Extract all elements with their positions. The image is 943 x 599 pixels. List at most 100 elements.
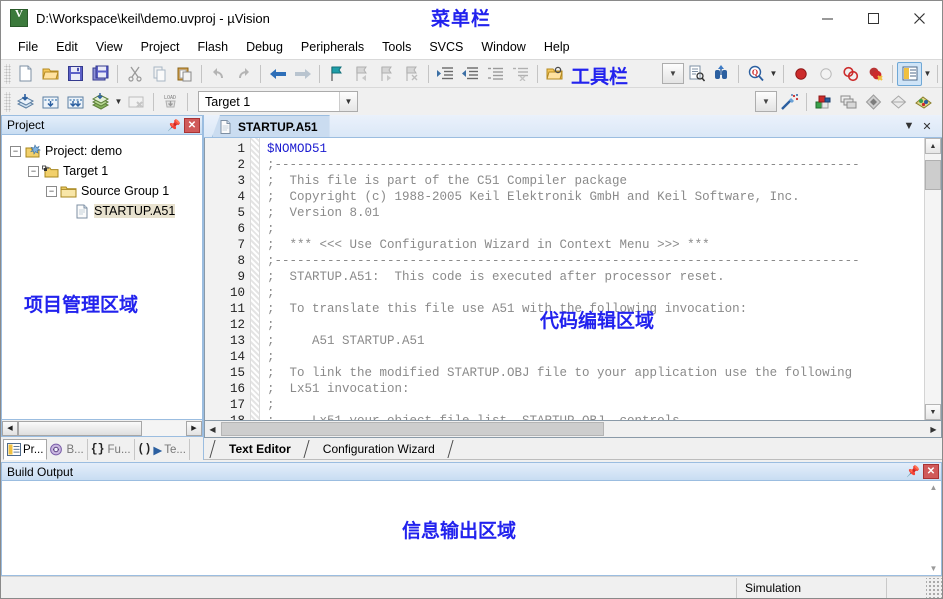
cut-icon[interactable]	[122, 62, 147, 86]
indent-increase-icon[interactable]	[433, 62, 458, 86]
code-vscroll-track[interactable]	[925, 154, 941, 404]
kill-all-breakpoints-icon[interactable]	[863, 62, 888, 86]
menu-item-tools[interactable]: Tools	[373, 37, 420, 57]
project-hscroll-track[interactable]	[18, 420, 186, 436]
document-tab-startup-a51[interactable]: STARTUP.A51	[212, 115, 330, 137]
pane-tab-functions[interactable]: {} Fu...	[88, 439, 135, 460]
menu-item-peripherals[interactable]: Peripherals	[292, 37, 373, 57]
project-hscroll-thumb[interactable]	[18, 420, 143, 436]
tab-configuration-wizard[interactable]: Configuration Wizard	[312, 439, 446, 459]
close-button[interactable]	[896, 1, 942, 35]
undo-icon[interactable]	[206, 62, 231, 86]
save-icon[interactable]	[63, 62, 88, 86]
rebuild-all-icon[interactable]	[63, 90, 88, 114]
tree-node-target[interactable]: − Target 1	[6, 161, 202, 181]
tree-node-file[interactable]: STARTUP.A51	[6, 201, 202, 221]
minimize-button[interactable]	[804, 1, 850, 35]
pane-tab-templates[interactable]: () ▶ Te...	[135, 439, 190, 460]
project-window-toggle-icon[interactable]	[897, 61, 922, 86]
disable-all-breakpoints-icon[interactable]	[838, 62, 863, 86]
select-target-combo-icon[interactable]: ▼	[755, 91, 777, 112]
close-icon[interactable]: ✕	[923, 464, 939, 479]
scroll-down-icon[interactable]: ▼	[930, 564, 938, 573]
combo-dropdown-icon[interactable]: ▼	[662, 63, 684, 84]
insert-breakpoint-icon[interactable]	[788, 62, 813, 86]
bookmark-prev-icon[interactable]	[349, 62, 374, 86]
menu-item-debug[interactable]: Debug	[237, 37, 292, 57]
uncomment-lines-icon[interactable]	[508, 62, 533, 86]
download-load-icon[interactable]: LOAD	[158, 90, 183, 114]
code-vscroll-thumb[interactable]	[925, 160, 941, 190]
menu-item-help[interactable]: Help	[535, 37, 579, 57]
binoculars-find-icon[interactable]	[709, 62, 734, 86]
pane-tab-project[interactable]: Pr...	[3, 439, 48, 460]
translate-file-icon[interactable]	[13, 90, 38, 114]
stop-build-icon[interactable]	[124, 90, 149, 114]
code-hscrollbar[interactable]: ◀ ▶	[204, 421, 942, 438]
scroll-left-icon[interactable]: ◀	[2, 420, 18, 436]
target-options-magic-icon[interactable]	[777, 90, 802, 114]
magnifier-search-icon[interactable]: Q	[743, 62, 768, 86]
build-output-text[interactable]: 信息输出区域	[2, 481, 926, 575]
code-vscrollbar[interactable]: ▲ ▼	[924, 138, 941, 420]
scroll-left-icon[interactable]: ◀	[205, 425, 220, 434]
open-file-browse-icon[interactable]	[542, 62, 567, 86]
menu-item-flash[interactable]: Flash	[188, 37, 237, 57]
bookmark-next-icon[interactable]	[374, 62, 399, 86]
manage-components-icon[interactable]	[811, 90, 836, 114]
menu-item-svcs[interactable]: SVCS	[420, 37, 472, 57]
build-target-icon[interactable]	[38, 90, 63, 114]
open-folder-icon[interactable]	[38, 62, 63, 86]
code-editor[interactable]: 1 2 3 4 5 6 7 8 9 10 11 12 13 14 15 16 1…	[204, 138, 942, 421]
scroll-up-icon[interactable]: ▲	[930, 483, 938, 492]
scroll-right-icon[interactable]: ▶	[926, 425, 941, 434]
manage-run-time-env-icon[interactable]	[861, 90, 886, 114]
project-hscrollbar[interactable]: ◀ ▶	[1, 420, 203, 437]
close-icon[interactable]: ✕	[184, 117, 200, 133]
indent-decrease-icon[interactable]	[458, 62, 483, 86]
tree-expander[interactable]: −	[46, 185, 57, 197]
code-hscroll-thumb[interactable]	[221, 422, 604, 436]
menu-item-window[interactable]: Window	[472, 37, 534, 57]
bookmark-toggle-icon[interactable]	[324, 62, 349, 86]
navigate-back-icon[interactable]	[265, 62, 290, 86]
comment-lines-icon[interactable]	[483, 62, 508, 86]
toolbar-grip[interactable]	[4, 91, 11, 112]
pack-installer-icon[interactable]	[886, 90, 911, 114]
manage-multi-project-icon[interactable]	[836, 90, 861, 114]
code-text[interactable]: $NOMOD51 ;------------------------------…	[260, 138, 924, 420]
scroll-down-icon[interactable]: ▼	[925, 404, 941, 420]
magnifier-dropdown-icon[interactable]: ▼	[768, 62, 779, 86]
maximize-button[interactable]	[850, 1, 896, 35]
chevron-down-icon[interactable]: ▼	[900, 116, 918, 136]
copy-icon[interactable]	[147, 62, 172, 86]
redo-icon[interactable]	[231, 62, 256, 86]
batch-build-dropdown-icon[interactable]: ▼	[113, 90, 124, 114]
resize-grip[interactable]	[926, 577, 942, 598]
pin-icon[interactable]: 📌	[166, 118, 182, 133]
toolbar-grip[interactable]	[4, 63, 11, 84]
project-window-dropdown-icon[interactable]: ▼	[922, 62, 933, 86]
tree-node-source-group[interactable]: − Source Group 1	[6, 181, 202, 201]
tree-node-project[interactable]: − Project: demo	[6, 141, 202, 161]
tree-expander[interactable]: −	[10, 145, 21, 157]
disable-breakpoint-icon[interactable]	[813, 62, 838, 86]
pin-icon[interactable]: 📌	[905, 464, 921, 479]
menu-item-file[interactable]: File	[9, 37, 47, 57]
menu-item-project[interactable]: Project	[132, 37, 189, 57]
build-output-body[interactable]: 信息输出区域 ▲ ▼	[1, 481, 942, 576]
save-all-icon[interactable]	[88, 62, 113, 86]
menu-item-view[interactable]: View	[87, 37, 132, 57]
bookmark-clear-icon[interactable]	[399, 62, 424, 86]
tree-expander[interactable]: −	[28, 165, 39, 177]
navigate-forward-icon[interactable]	[290, 62, 315, 86]
build-output-vscrollbar[interactable]: ▲ ▼	[926, 481, 941, 575]
find-in-files-icon[interactable]	[684, 62, 709, 86]
menu-item-edit[interactable]: Edit	[47, 37, 87, 57]
paste-icon[interactable]	[172, 62, 197, 86]
new-file-icon[interactable]	[13, 62, 38, 86]
chevron-down-icon[interactable]: ▼	[339, 92, 357, 111]
scroll-right-icon[interactable]: ▶	[186, 420, 202, 436]
configure-flash-tools-icon[interactable]	[911, 90, 936, 114]
target-select[interactable]: Target 1 ▼	[198, 91, 358, 112]
